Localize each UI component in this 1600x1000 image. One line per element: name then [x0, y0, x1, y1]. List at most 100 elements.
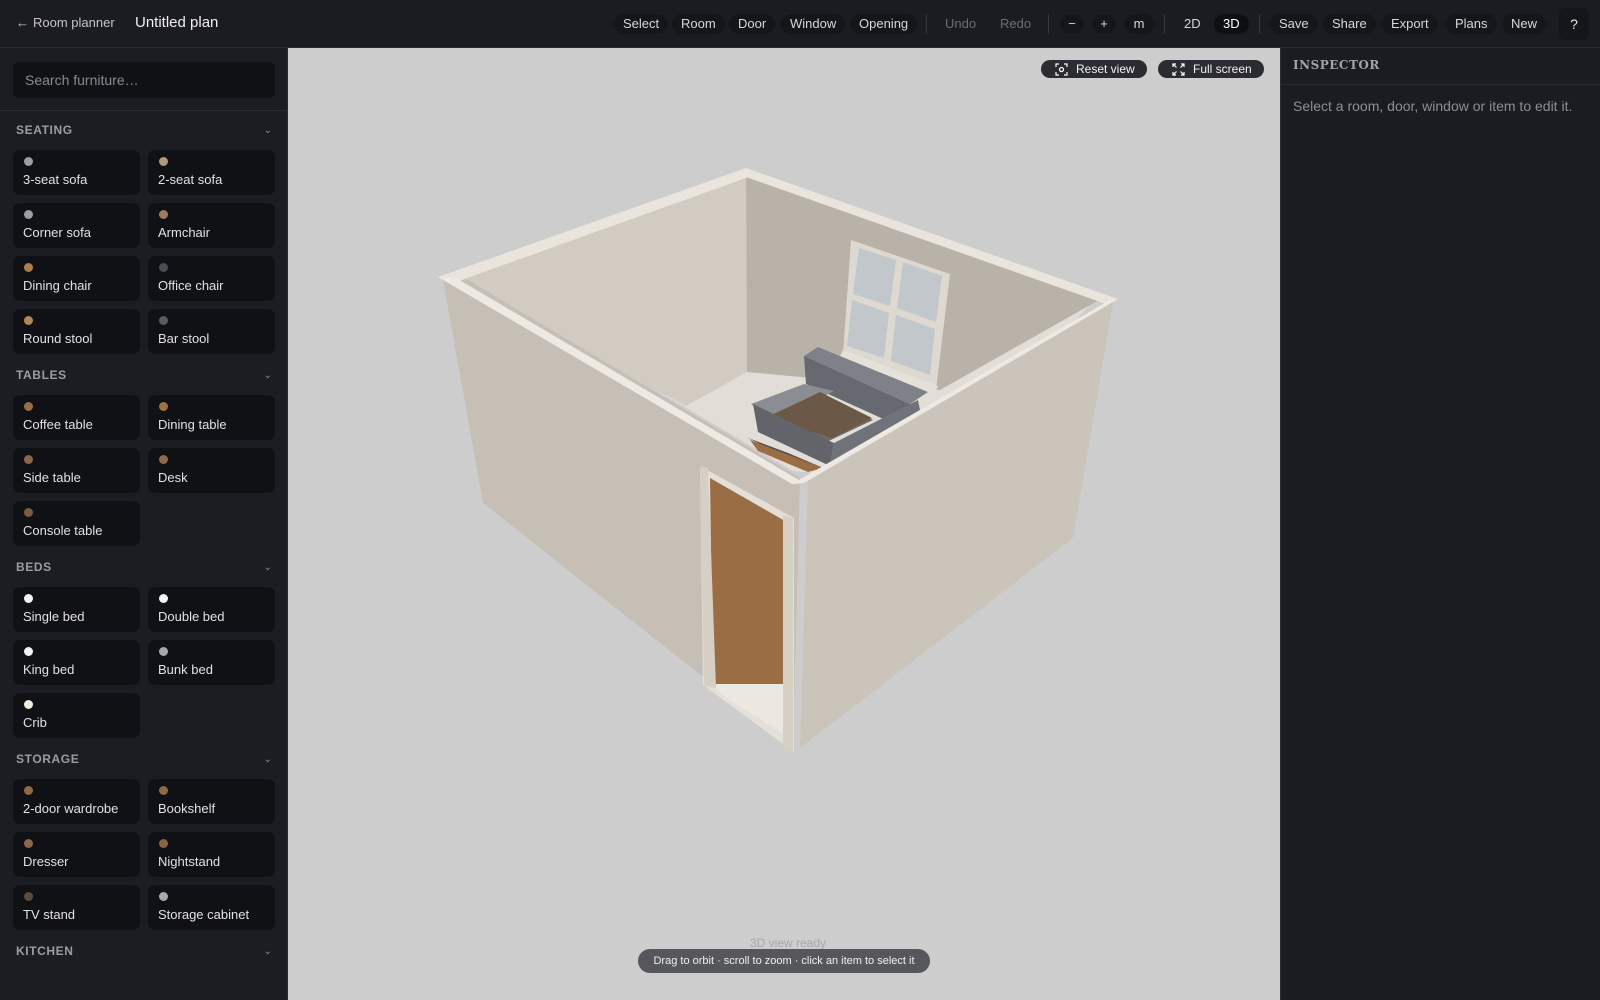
plans-button[interactable]: Plans [1446, 14, 1497, 34]
search-input[interactable] [13, 62, 275, 98]
color-swatch-icon [24, 594, 33, 603]
furniture-item[interactable]: Side table [13, 448, 140, 493]
arrow-left-icon: ← [16, 15, 29, 30]
new-plan-button[interactable]: New [1502, 14, 1547, 34]
furniture-item[interactable]: Nightstand [148, 832, 275, 877]
furniture-item[interactable]: Dining chair [13, 256, 140, 301]
plan-title[interactable]: Untitled plan [135, 14, 218, 31]
save-button[interactable]: Save [1270, 14, 1318, 34]
furniture-item-label: Round stool [23, 331, 93, 346]
color-swatch-icon [24, 455, 33, 464]
category-header-tables[interactable]: TABLES ⌄ [16, 365, 272, 385]
share-button[interactable]: Share [1323, 14, 1376, 34]
furniture-sidebar: SEATING ⌄ 3-seat sofa 2-seat sofa Corner sof… [0, 48, 288, 1000]
unit-toggle[interactable]: m [1124, 14, 1154, 34]
furniture-item[interactable]: TV stand [13, 885, 140, 930]
tool-room[interactable]: Room [672, 14, 725, 34]
furniture-item-label: TV stand [23, 907, 76, 922]
undo-button[interactable]: Undo [936, 14, 985, 34]
furniture-item-label: Single bed [23, 609, 85, 624]
furniture-item[interactable]: Corner sofa [13, 203, 140, 248]
furniture-item-label: Coffee table [23, 417, 93, 432]
furniture-item[interactable]: Storage cabinet [148, 885, 275, 930]
furniture-item[interactable]: Coffee table [13, 395, 140, 440]
inspector-empty-message: Select a room, door, window or item to e… [1293, 98, 1573, 114]
reset-view-button[interactable]: Reset view [1041, 60, 1147, 78]
reset-view-label: Reset view [1076, 62, 1135, 76]
furniture-item-label: Console table [23, 523, 103, 538]
furniture-item-label: Corner sofa [23, 225, 91, 240]
furniture-item[interactable]: Round stool [13, 309, 140, 354]
search-box [13, 62, 275, 98]
3d-viewport[interactable]: Reset view Full screen 3D view ready Dra… [288, 48, 1280, 1000]
furniture-item-label: Bar stool [158, 331, 210, 346]
top-toolbar: ← Room planner Untitled plan Select Room… [0, 0, 1600, 48]
color-swatch-icon [24, 647, 33, 656]
furniture-item[interactable]: 2-door wardrobe [13, 779, 140, 824]
back-link[interactable]: ← Room planner [16, 15, 115, 30]
furniture-item[interactable]: Dining table [148, 395, 275, 440]
furniture-item[interactable]: 2-seat sofa [148, 150, 275, 195]
tool-door[interactable]: Door [729, 14, 776, 34]
redo-button[interactable]: Redo [991, 14, 1040, 34]
category-header-beds[interactable]: BEDS ⌄ [16, 557, 272, 577]
furniture-item[interactable]: Console table [13, 501, 140, 546]
export-button[interactable]: Export [1382, 14, 1438, 34]
furniture-item[interactable]: Desk [148, 448, 275, 493]
view-3d-button[interactable]: 3D [1214, 14, 1249, 34]
full-screen-icon [1172, 62, 1185, 76]
color-swatch-icon [159, 594, 168, 603]
color-swatch-icon [159, 402, 168, 411]
toolbar-divider [1259, 14, 1260, 34]
furniture-item[interactable]: Crib [13, 693, 140, 738]
color-swatch-icon [24, 263, 33, 272]
furniture-item-label: 2-seat sofa [158, 172, 223, 187]
furniture-item-label: Side table [23, 470, 81, 485]
tool-opening[interactable]: Opening [850, 14, 918, 34]
furniture-item[interactable]: Dresser [13, 832, 140, 877]
furniture-item[interactable]: Double bed [148, 587, 275, 632]
orbit-hint: Drag to orbit · scroll to zoom · click a… [638, 949, 930, 973]
furniture-item-label: Desk [158, 470, 188, 485]
furniture-item[interactable]: Single bed [13, 587, 140, 632]
furniture-item[interactable]: 3-seat sofa [13, 150, 140, 195]
tool-select[interactable]: Select [614, 14, 669, 34]
full-screen-label: Full screen [1193, 62, 1252, 76]
viewport-status: 3D view ready [750, 936, 827, 950]
color-swatch-icon [159, 316, 168, 325]
zoom-out-button[interactable]: − [1060, 14, 1084, 34]
category-header-kitchen[interactable]: KITCHEN ⌄ [16, 941, 272, 961]
help-button[interactable]: ? [1559, 8, 1589, 40]
furniture-item-label: 2-door wardrobe [23, 801, 119, 816]
reset-view-icon [1055, 62, 1068, 76]
furniture-item[interactable]: King bed [13, 640, 140, 685]
furniture-item[interactable]: Bar stool [148, 309, 275, 354]
furniture-item[interactable]: Armchair [148, 203, 275, 248]
furniture-item-label: Dining table [158, 417, 227, 432]
zoom-in-button[interactable]: + [1092, 14, 1116, 34]
view-2d-button[interactable]: 2D [1175, 14, 1210, 34]
color-swatch-icon [159, 210, 168, 219]
color-swatch-icon [159, 157, 168, 166]
chevron-down-icon: ⌄ [263, 561, 272, 573]
room-3d-scene[interactable] [288, 48, 1280, 1000]
toolbar-divider [1048, 14, 1049, 34]
back-link-label: Room planner [33, 15, 115, 30]
color-swatch-icon [24, 700, 33, 709]
furniture-item[interactable]: Bunk bed [148, 640, 275, 685]
color-swatch-icon [24, 157, 33, 166]
furniture-item-label: Crib [23, 715, 47, 730]
tool-window[interactable]: Window [781, 14, 846, 34]
category-header-storage[interactable]: STORAGE ⌄ [16, 749, 272, 769]
furniture-item-label: Double bed [158, 609, 225, 624]
color-swatch-icon [24, 508, 33, 517]
furniture-item-label: Dining chair [23, 278, 92, 293]
full-screen-button[interactable]: Full screen [1158, 60, 1264, 78]
category-header-seating[interactable]: SEATING ⌄ [16, 120, 272, 140]
category-label: BEDS [16, 560, 52, 574]
furniture-item-label: King bed [23, 662, 75, 677]
inspector-title: INSPECTOR [1293, 58, 1380, 72]
furniture-item[interactable]: Bookshelf [148, 779, 275, 824]
furniture-item[interactable]: Office chair [148, 256, 275, 301]
furniture-item-label: Nightstand [158, 854, 221, 869]
